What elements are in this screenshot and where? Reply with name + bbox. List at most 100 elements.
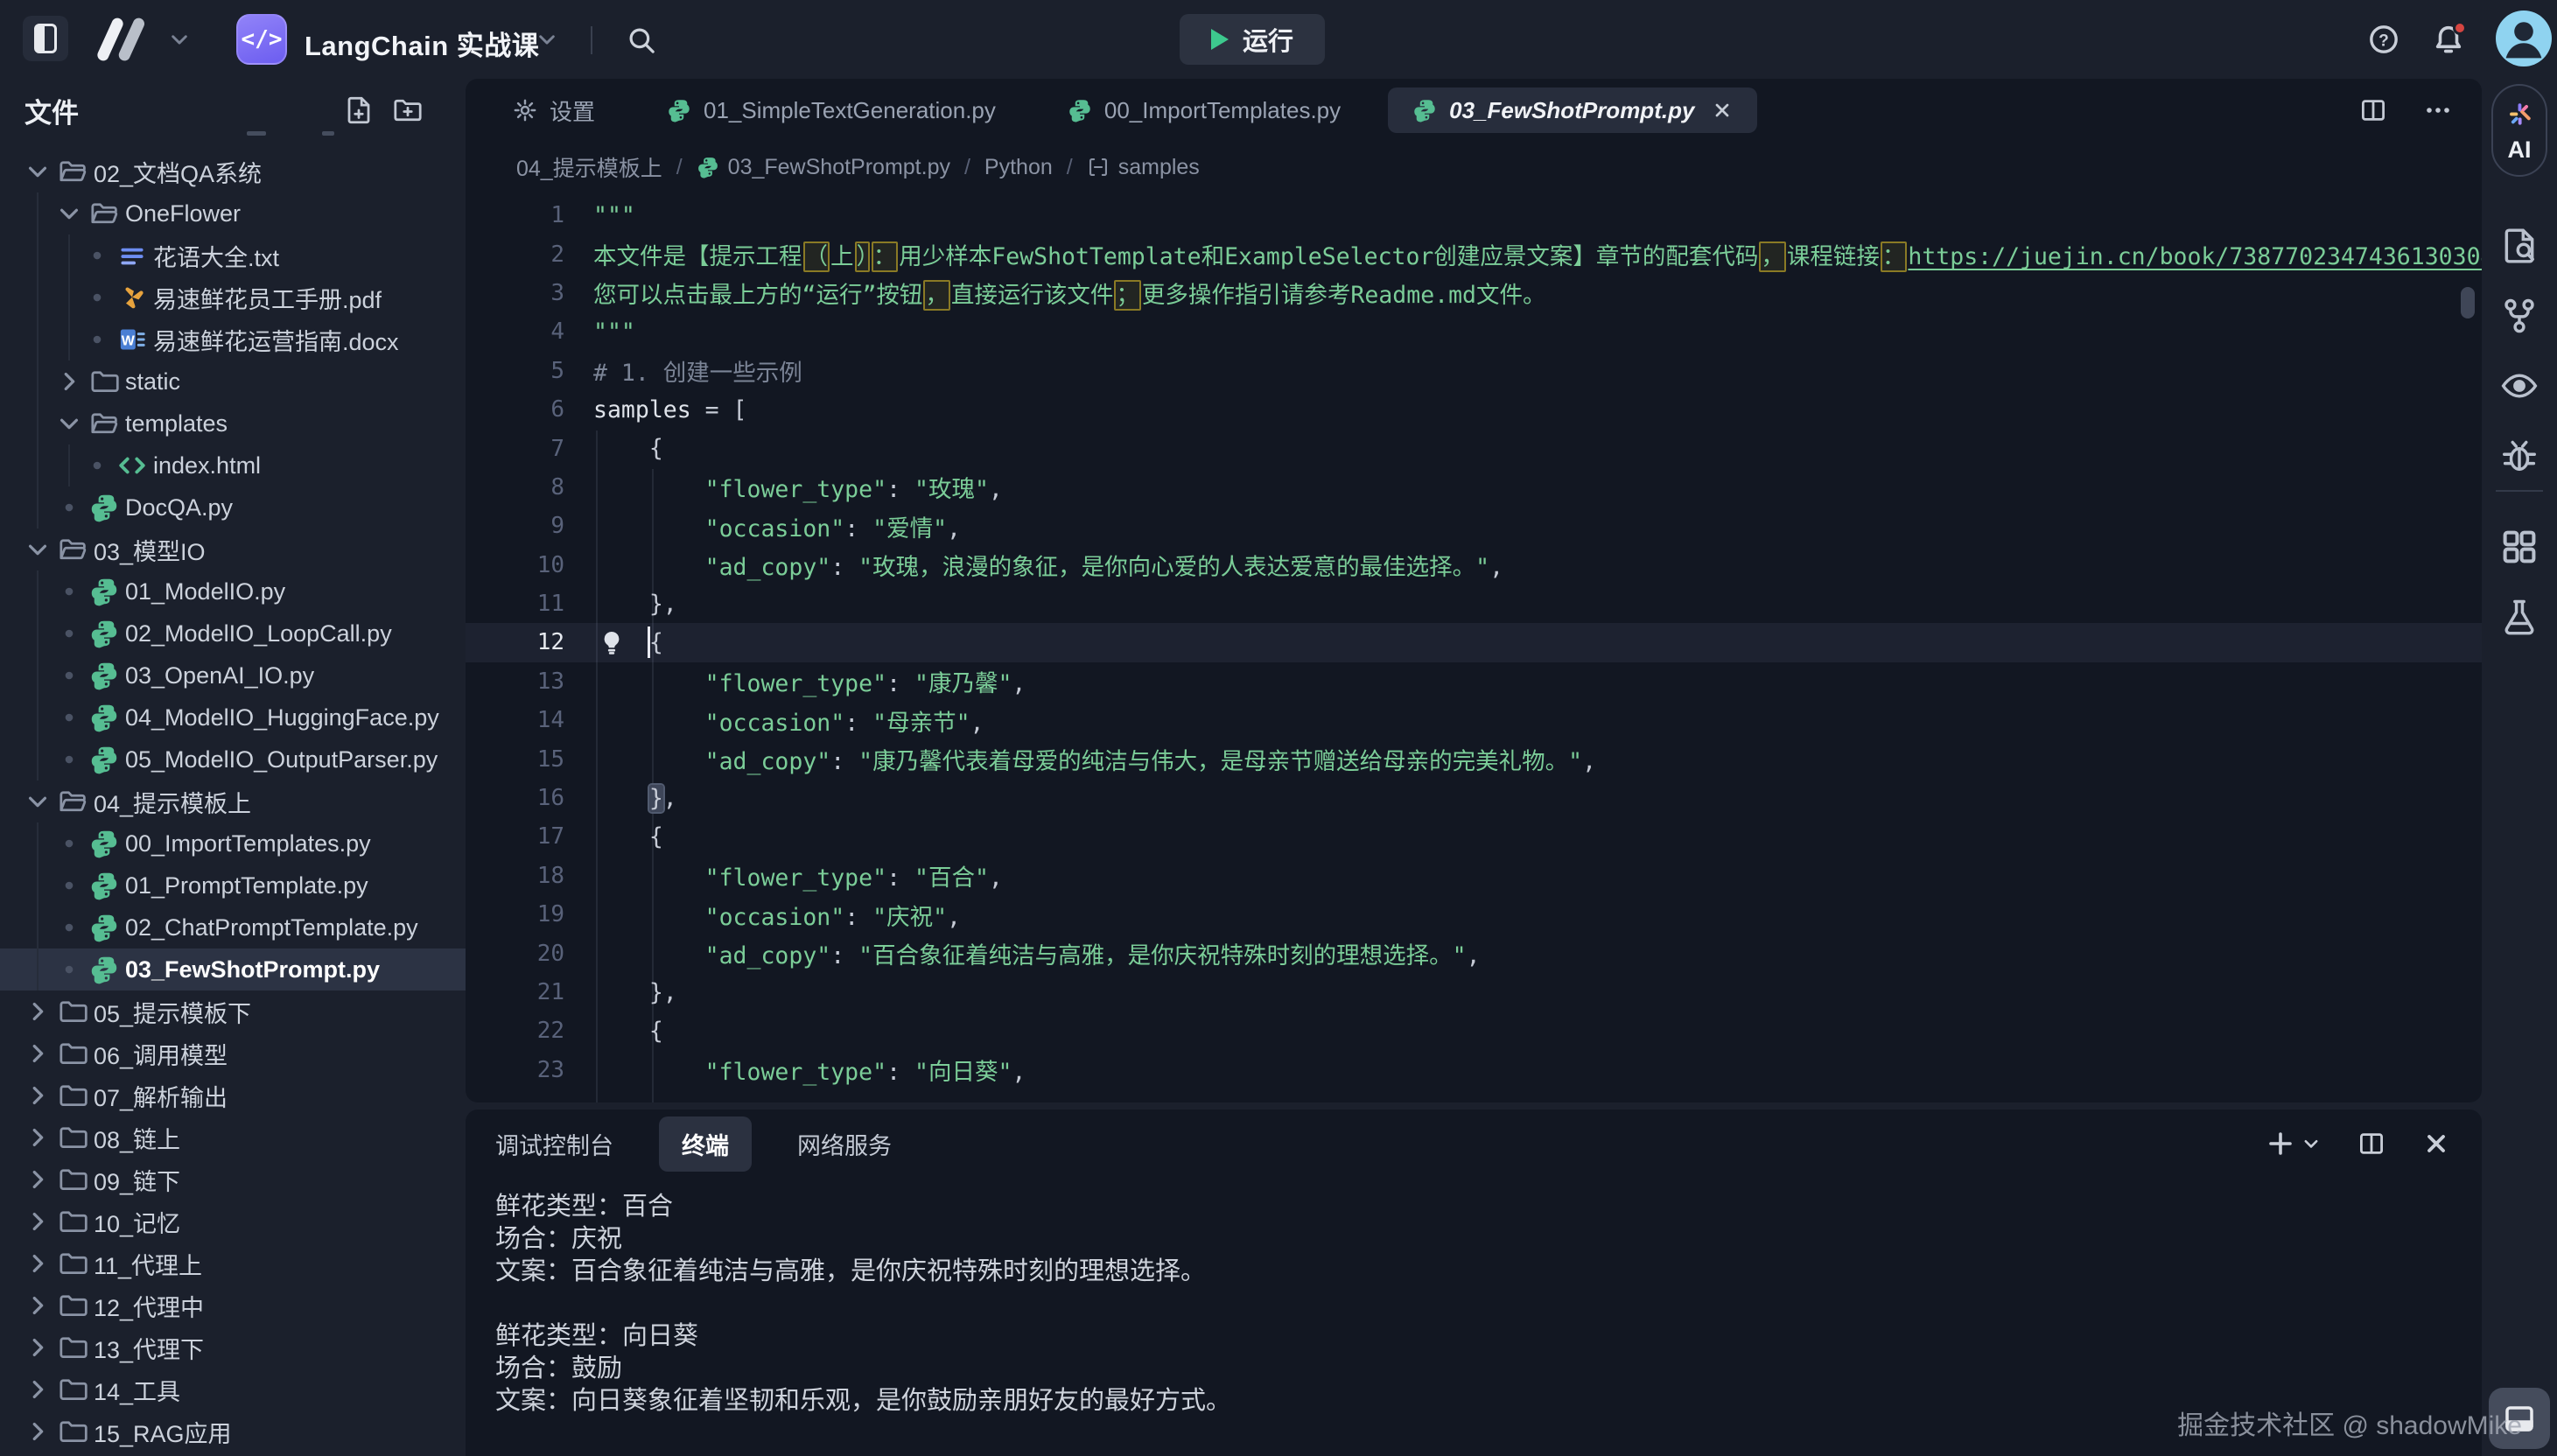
search-icon[interactable]	[627, 25, 656, 55]
tree-item[interactable]: static	[0, 360, 466, 402]
project-name[interactable]: LangChain 实战课	[305, 24, 539, 63]
tab-01_SimpleTextGeneration.py[interactable]: 01_SimpleTextGeneration.py	[642, 88, 1020, 133]
code-line[interactable]: 5# 1. 创建一些示例	[466, 352, 2482, 390]
source-control-icon[interactable]	[2499, 296, 2539, 336]
code-line[interactable]: 11 },	[466, 584, 2482, 623]
line-number: 9	[466, 513, 564, 539]
tree-item[interactable]: 12_代理中	[0, 1284, 466, 1326]
tree-item[interactable]: 07_解析输出	[0, 1074, 466, 1116]
code-line[interactable]: 18 "flower_type": "百合",	[466, 857, 2482, 895]
tree-item[interactable]: 02_ChatPromptTemplate.py	[0, 906, 466, 948]
debug-bug-icon[interactable]	[2499, 436, 2539, 476]
code-line[interactable]: 10 "ad_copy": "玫瑰，浪漫的象征，是你向心爱的人表达爱意的最佳选择…	[466, 546, 2482, 584]
extensions-grid-icon[interactable]	[2499, 527, 2539, 567]
avatar[interactable]	[2496, 10, 2552, 66]
tree-item[interactable]: 13_代理下	[0, 1326, 466, 1368]
tree-item[interactable]: 02_文档QA系统	[0, 150, 466, 192]
new-file-icon[interactable]	[343, 94, 375, 126]
tab-设置[interactable]: 设置	[488, 88, 620, 133]
sidebar-toggle-button[interactable]	[23, 16, 68, 61]
ai-assistant-button[interactable]: AI	[2491, 84, 2547, 177]
tree-item[interactable]: 11_代理上	[0, 1242, 466, 1284]
lightbulb-icon[interactable]	[599, 629, 625, 655]
tree-item[interactable]: 08_链上	[0, 1116, 466, 1158]
more-actions-icon[interactable]	[2424, 96, 2452, 124]
tree-item[interactable]: DocQA.py	[0, 486, 466, 528]
tree-item[interactable]: 01_ModelIO.py	[0, 570, 466, 612]
preview-eye-icon[interactable]	[2499, 366, 2539, 406]
code-line[interactable]: 23 "flower_type": "向日葵",	[466, 1051, 2482, 1089]
code-line[interactable]: 3您可以点击最上方的“运行”按钮，直接运行该文件；更多操作指引请参考Readme…	[466, 274, 2482, 312]
watermark: 掘金技术社区 @ shadowMike	[2177, 1404, 2522, 1442]
logo-chevron-down-icon[interactable]	[168, 28, 191, 51]
project-chevron-down-icon[interactable]	[536, 28, 558, 51]
close-tab-icon[interactable]	[1712, 100, 1733, 121]
code-line[interactable]: 2本文件是【提示工程（上）：用少样本FewShotTemplate和Exampl…	[466, 234, 2482, 273]
code-line[interactable]: 19 "occasion": "庆祝",	[466, 895, 2482, 934]
code-line[interactable]: 1"""	[466, 196, 2482, 234]
breadcrumb-item[interactable]: 04_提示模板上	[516, 151, 662, 183]
tab-00_ImportTemplates.py[interactable]: 00_ImportTemplates.py	[1043, 88, 1365, 133]
panel-tab-调试控制台[interactable]: 调试控制台	[495, 1127, 613, 1161]
code-line[interactable]: 9 "occasion": "爱情",	[466, 507, 2482, 545]
new-terminal-button[interactable]	[2266, 1130, 2321, 1158]
new-folder-icon[interactable]	[392, 94, 424, 126]
code-line[interactable]: 8 "flower_type": "玫瑰",	[466, 468, 2482, 507]
close-panel-icon[interactable]	[2422, 1130, 2450, 1158]
tree-item[interactable]: 02_ModelIO_LoopCall.py	[0, 612, 466, 654]
tree-item[interactable]: 09_链下	[0, 1158, 466, 1200]
terminal-output[interactable]: 鲜花类型：百合 场合：庆祝 文案：百合象征着纯洁与高雅，是你庆祝特殊时刻的理想选…	[466, 1178, 2482, 1417]
split-editor-icon[interactable]	[2359, 96, 2387, 124]
tree-item[interactable]: 04_ModelIO_HuggingFace.py	[0, 696, 466, 738]
code-line[interactable]: 15 "ad_copy": "康乃馨代表着母爱的纯洁与伟大，是母亲节赠送给母亲的…	[466, 739, 2482, 778]
code-text: },	[564, 785, 677, 812]
panel-tab-终端[interactable]: 终端	[659, 1116, 752, 1172]
tree-item[interactable]: 03_OpenAI_IO.py	[0, 654, 466, 696]
tree-item[interactable]: OneFlower	[0, 192, 466, 234]
tree-item[interactable]: 05_ModelIO_OutputParser.py	[0, 738, 466, 780]
logo-m-icon[interactable]	[88, 16, 156, 63]
lab-flask-icon[interactable]	[2499, 597, 2539, 637]
code-line[interactable]: 4"""	[466, 312, 2482, 351]
breadcrumb-item[interactable]: 03_FewShotPrompt.py	[697, 155, 950, 180]
tree-indent-guide	[37, 192, 39, 528]
tab-03_FewShotPrompt.py[interactable]: 03_FewShotPrompt.py	[1388, 88, 1757, 133]
tree-item[interactable]: 06_调用模型	[0, 1032, 466, 1074]
code-line[interactable]: 17 {	[466, 817, 2482, 856]
tree-item-label: 09_链下	[94, 1163, 180, 1197]
code-line[interactable]: 6samples = [	[466, 390, 2482, 429]
code-line[interactable]: 20 "ad_copy": "百合象征着纯洁与高雅，是你庆祝特殊时刻的理想选择。…	[466, 934, 2482, 972]
folder-icon	[58, 1249, 88, 1278]
code-line[interactable]: 13 "flower_type": "康乃馨",	[466, 662, 2482, 701]
tree-item[interactable]: 05_提示模板下	[0, 990, 466, 1032]
code-line[interactable]: 16 },	[466, 779, 2482, 817]
tree-item[interactable]: templates	[0, 402, 466, 444]
code-line-current[interactable]: 12 {	[466, 623, 2482, 662]
tree-item-label: index.html	[153, 452, 261, 480]
code-line[interactable]: 7 {	[466, 429, 2482, 467]
run-button[interactable]: 运行	[1180, 14, 1325, 65]
tree-item[interactable]: 15_RAG应用	[0, 1410, 466, 1452]
breadcrumb-label: Python	[984, 155, 1053, 180]
breadcrumb-item[interactable]: Python	[984, 155, 1053, 180]
code-editor[interactable]: 1"""2本文件是【提示工程（上）：用少样本FewShotTemplate和Ex…	[466, 196, 2482, 1102]
tree-item-label: 易速鲜花员工手册.pdf	[153, 281, 382, 315]
panel-tab-网络服务[interactable]: 网络服务	[797, 1127, 892, 1161]
tree-item[interactable]: 01_PromptTemplate.py	[0, 864, 466, 906]
tree-item[interactable]: 03_模型IO	[0, 528, 466, 570]
tree-item[interactable]: 10_记忆	[0, 1200, 466, 1242]
tree-item[interactable]: 14_工具	[0, 1368, 466, 1410]
tree-item-label: 00_ImportTemplates.py	[125, 830, 371, 858]
code-line[interactable]: 22 {	[466, 1012, 2482, 1050]
tree-item-selected[interactable]: 03_FewShotPrompt.py	[0, 948, 466, 990]
breadcrumb-item[interactable]: samples	[1087, 155, 1200, 180]
project-code-badge-icon[interactable]: </>	[236, 14, 287, 65]
split-panel-icon[interactable]	[2357, 1130, 2385, 1158]
tree-item[interactable]: 00_ImportTemplates.py	[0, 822, 466, 864]
help-icon[interactable]: ?	[2368, 24, 2399, 55]
tree-item[interactable]: 04_提示模板上	[0, 780, 466, 822]
code-line[interactable]: 14 "occasion": "母亲节",	[466, 701, 2482, 739]
file-search-icon[interactable]	[2499, 226, 2539, 266]
line-number: 22	[466, 1018, 564, 1044]
code-line[interactable]: 21 },	[466, 973, 2482, 1012]
